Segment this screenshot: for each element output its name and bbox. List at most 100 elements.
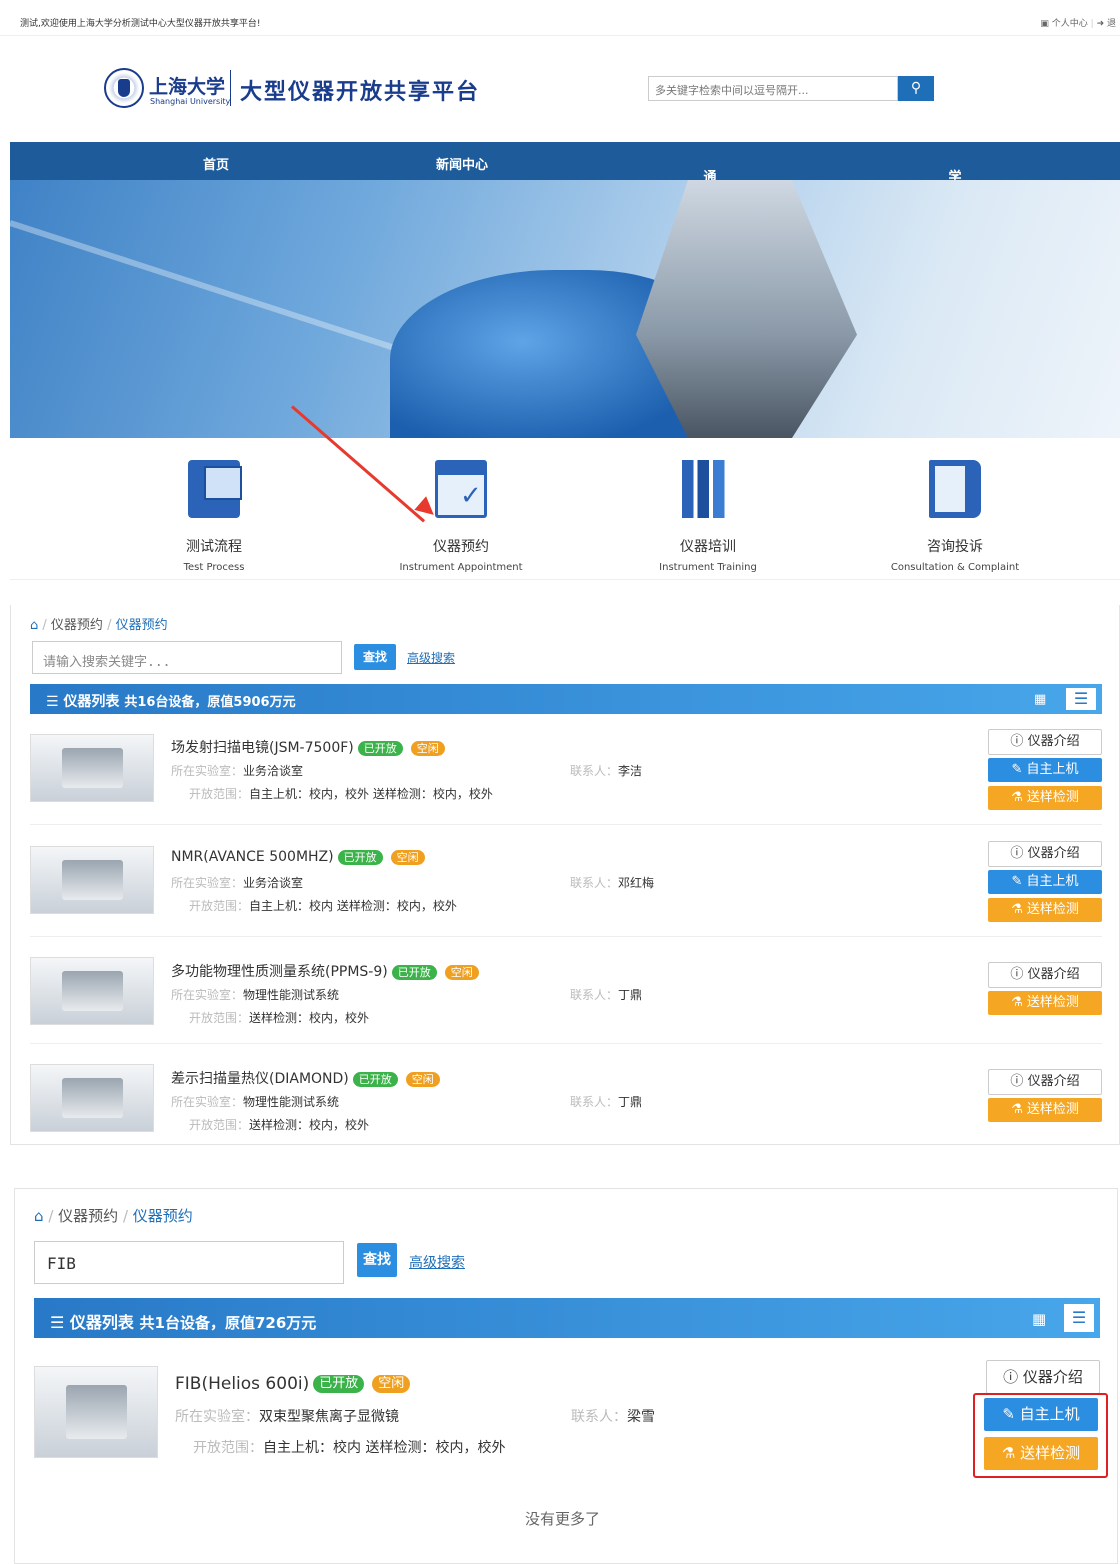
- quick-link-consultation[interactable]: 咨询投诉 Consultation & Complaint: [845, 460, 1065, 573]
- instrument-intro-button[interactable]: ⓘ 仪器介绍: [988, 841, 1102, 867]
- computer-icon: [188, 460, 242, 518]
- sample-test-button[interactable]: ⚗ 送样检测: [988, 991, 1102, 1015]
- instrument-name[interactable]: 场发射扫描电镜(JSM-7500F): [171, 740, 354, 756]
- status-idle-badge: 空闲: [444, 964, 479, 980]
- instrument-intro-button[interactable]: ⓘ 仪器介绍: [986, 1360, 1100, 1394]
- wand-icon: ✎: [1011, 762, 1027, 777]
- quick-links: 测试流程 Test Process 仪器预约 Instrument Appoin…: [10, 438, 1120, 580]
- quick-link-sublabel: Instrument Training: [659, 562, 757, 573]
- row-divider: [30, 936, 1102, 937]
- instrument-name-row: 场发射扫描电镜(JSM-7500F) 已开放 空闲: [171, 737, 445, 757]
- row-divider: [30, 824, 1102, 825]
- wand-icon: ✎: [1011, 874, 1027, 889]
- platform-title: 大型仪器开放共享平台: [240, 79, 481, 105]
- quick-link-test-process[interactable]: 测试流程 Test Process: [104, 460, 324, 573]
- instrument-range: 开放范围：自主上机：校内 送样检测：校内，校外: [189, 899, 457, 913]
- list-title-row: ☰ 仪器列表 共16台设备，原值5906万元: [46, 691, 296, 711]
- status-idle-badge: 空闲: [372, 1375, 411, 1393]
- status-open-badge: 已开放: [337, 849, 383, 865]
- sample-test-button[interactable]: ⚗ 送样检测: [988, 898, 1102, 922]
- search-button[interactable]: 查找: [357, 1243, 397, 1277]
- quick-link-instrument-training[interactable]: 仪器培训 Instrument Training: [598, 460, 818, 573]
- instrument-thumbnail[interactable]: [30, 1064, 154, 1132]
- grid-view-icon[interactable]: ▦: [1032, 1310, 1046, 1328]
- instrument-contact: 联系人：邓红梅: [570, 876, 655, 890]
- search-icon: ⚲: [910, 80, 922, 96]
- breadcrumb-current: 仪器预约: [132, 1207, 193, 1225]
- header-search-button[interactable]: ⚲: [898, 76, 934, 101]
- quick-link-label: 测试流程: [186, 539, 242, 555]
- self-operation-button[interactable]: ✎ 自主上机: [988, 870, 1102, 894]
- home-icon[interactable]: ⌂: [30, 618, 38, 633]
- book-icon: [929, 460, 981, 518]
- grid-view-icon[interactable]: ▦: [1034, 692, 1046, 707]
- sample-test-button[interactable]: ⚗ 送样检测: [988, 1098, 1102, 1122]
- breadcrumb: ⌂ / 仪器预约 / 仪器预约: [30, 618, 168, 633]
- info-icon: ⓘ: [1010, 967, 1028, 982]
- status-open-badge: 已开放: [313, 1375, 365, 1393]
- search-button[interactable]: 查找: [354, 644, 396, 670]
- header-search-input[interactable]: 多关键字检索中间以逗号隔开...: [648, 76, 898, 101]
- list-title-row: ☰ 仪器列表 共1台设备，原值726万元: [50, 1309, 316, 1333]
- list-icon: ☰: [46, 694, 59, 710]
- instrument-name-row: 差示扫描量热仪(DIAMOND) 已开放 空闲: [171, 1068, 440, 1088]
- list-view-icon[interactable]: ☰: [1064, 1304, 1094, 1332]
- nav-news[interactable]: 新闻中心: [436, 154, 488, 173]
- university-name: 上海大学: [149, 76, 226, 98]
- status-idle-badge: 空闲: [405, 1071, 440, 1087]
- instrument-thumbnail[interactable]: [34, 1366, 158, 1458]
- list-view-icon[interactable]: ☰: [1066, 688, 1096, 710]
- list-summary: 共16台设备，原值5906万元: [124, 695, 296, 710]
- instrument-intro-button[interactable]: ⓘ 仪器介绍: [988, 1069, 1102, 1095]
- instrument-thumbnail[interactable]: [30, 957, 154, 1025]
- instrument-lab: 所在实验室：物理性能测试系统: [171, 988, 340, 1002]
- self-operation-button[interactable]: ✎ 自主上机: [988, 758, 1102, 782]
- quick-link-sublabel: Consultation & Complaint: [890, 562, 1020, 573]
- instrument-name[interactable]: NMR(AVANCE 500MHZ): [171, 849, 334, 865]
- breadcrumb-current: 仪器预约: [115, 618, 168, 633]
- status-idle-badge: 空闲: [410, 740, 445, 756]
- breadcrumb-item[interactable]: 仪器预约: [58, 1207, 118, 1225]
- instrument-intro-button[interactable]: ⓘ 仪器介绍: [988, 962, 1102, 988]
- instrument-name[interactable]: FIB(Helios 600i): [175, 1374, 309, 1394]
- instrument-range: 开放范围：自主上机：校内，校外 送样检测：校内，校外: [189, 787, 493, 801]
- annotation-highlight-box: [973, 1393, 1108, 1478]
- chevron-down-icon: ⌄: [949, 166, 961, 181]
- hero-banner-image: [10, 180, 1120, 438]
- advanced-search-link[interactable]: 高级搜索: [407, 649, 455, 666]
- instrument-name[interactable]: 多功能物理性质测量系统(PPMS-9): [171, 964, 388, 980]
- advanced-search-link[interactable]: 高级搜索: [409, 1252, 465, 1272]
- instrument-intro-button[interactable]: ⓘ 仪器介绍: [988, 729, 1102, 755]
- instrument-contact: 联系人：梁雪: [571, 1409, 655, 1425]
- logout-link[interactable]: 退: [1107, 19, 1116, 29]
- quick-link-sublabel: Test Process: [183, 562, 245, 573]
- nav-home[interactable]: 首页: [203, 154, 229, 173]
- calendar-icon: [435, 460, 487, 518]
- instrument-range: 开放范围：送样检测：校内，校外: [189, 1011, 370, 1025]
- info-icon: ⓘ: [1010, 846, 1028, 861]
- search-input[interactable]: 请输入搜索关键字...: [32, 641, 342, 674]
- flask-icon: ⚗: [1011, 902, 1027, 917]
- status-idle-badge: 空闲: [390, 849, 425, 865]
- list-icon: ☰: [50, 1313, 65, 1332]
- instrument-thumbnail[interactable]: [30, 846, 154, 914]
- breadcrumb-item[interactable]: 仪器预约: [51, 618, 103, 633]
- search-input[interactable]: FIB: [34, 1241, 344, 1284]
- instrument-lab: 所在实验室：双束型聚焦离子显微镜: [175, 1409, 399, 1425]
- main-nav: 首页 新闻中心 通知公告⌄ 学院导航⌄: [10, 142, 1120, 242]
- instrument-name[interactable]: 差示扫描量热仪(DIAMOND): [171, 1071, 349, 1087]
- home-icon[interactable]: ⌂: [34, 1207, 44, 1225]
- quick-link-instrument-appointment[interactable]: 仪器预约 Instrument Appointment: [351, 460, 571, 573]
- status-open-badge: 已开放: [352, 1071, 398, 1087]
- instrument-thumbnail[interactable]: [30, 734, 154, 802]
- instrument-contact: 联系人：李洁: [570, 764, 643, 778]
- status-open-badge: 已开放: [357, 740, 403, 756]
- personal-center-link[interactable]: 个人中心: [1052, 19, 1088, 29]
- sample-test-button[interactable]: ⚗ 送样检测: [988, 786, 1102, 810]
- list-title: 仪器列表: [69, 1313, 134, 1332]
- top-bar: 测试,欢迎使用上海大学分析测试中心大型仪器开放共享平台! ▣ 个人中心 | ➜ …: [0, 0, 1120, 36]
- quick-link-label: 仪器预约: [433, 539, 489, 555]
- university-name-en: Shanghai University: [150, 97, 231, 106]
- instrument-contact: 联系人：丁鼎: [570, 1095, 643, 1109]
- quick-link-sublabel: Instrument Appointment: [399, 562, 523, 573]
